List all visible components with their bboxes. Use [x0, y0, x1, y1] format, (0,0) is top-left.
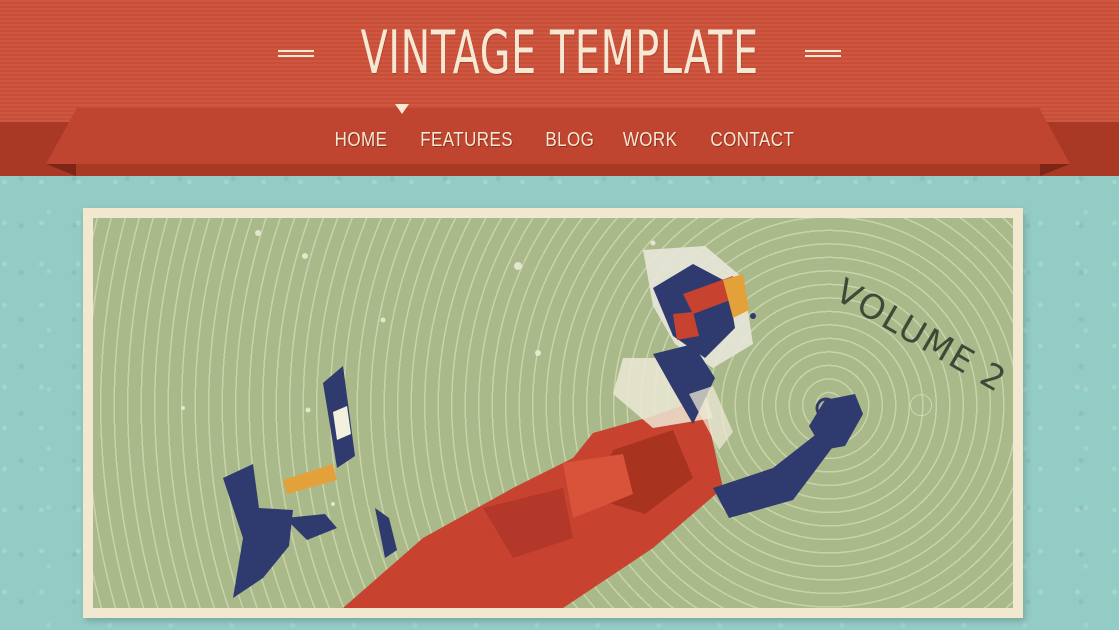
title-row: VINTAGE TEMPLATE: [0, 18, 1119, 88]
site-header: VINTAGE TEMPLATE: [0, 0, 1119, 122]
hero-art-text: VOLUME 2: [829, 271, 1014, 401]
hero-illustration: VOLUME 2: [93, 218, 1013, 608]
site-title[interactable]: VINTAGE TEMPLATE: [360, 18, 758, 88]
ribbon-fold-left: [46, 164, 76, 176]
nav-work[interactable]: WORK: [623, 124, 678, 156]
nav-contact[interactable]: CONTACT: [710, 124, 794, 156]
main-nav: HOME FEATURES BLOG WORK CONTACT: [0, 124, 1119, 156]
triangle-down-icon: [395, 104, 409, 114]
nav-features[interactable]: FEATURES: [420, 124, 513, 156]
nav-blog[interactable]: BLOG: [545, 124, 594, 156]
hero-art: VOLUME 2: [181, 230, 1014, 608]
nav-home[interactable]: HOME: [334, 124, 387, 156]
title-rule-left: [277, 49, 314, 57]
title-rule-right: [805, 49, 842, 57]
ribbon-fold-right: [1040, 164, 1070, 176]
